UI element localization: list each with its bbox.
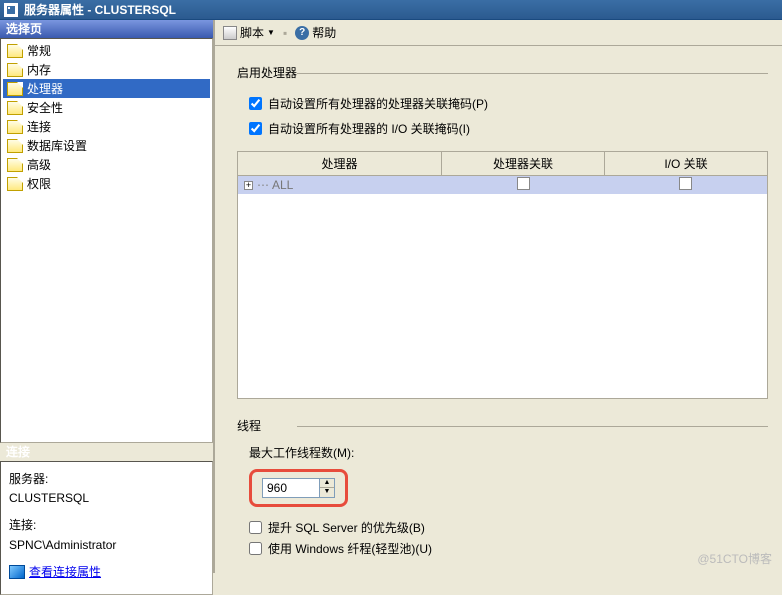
col-processor-affinity[interactable]: 处理器关联 xyxy=(442,152,605,175)
select-page-header: 选择页 xyxy=(0,20,213,38)
grid-row-all[interactable]: + ⋯ ALL xyxy=(238,176,767,194)
col-processor[interactable]: 处理器 xyxy=(238,152,442,175)
page-icon xyxy=(7,101,23,115)
script-button[interactable]: 脚本 ▼ xyxy=(223,24,275,41)
page-icon xyxy=(7,44,23,58)
tree-item-permissions[interactable]: 权限 xyxy=(3,174,210,193)
spinner-down-icon[interactable]: ▼ xyxy=(320,488,334,497)
checkbox-input[interactable] xyxy=(249,542,262,555)
boost-priority-checkbox[interactable]: 提升 SQL Server 的优先级(B) xyxy=(249,519,768,536)
window-title: 服务器属性 - CLUSTERSQL xyxy=(24,1,176,18)
toolbar: 脚本 ▼ ▪ ? 帮助 xyxy=(215,20,782,46)
page-icon xyxy=(7,82,23,96)
help-icon: ? xyxy=(295,26,309,40)
affinity-checkbox[interactable] xyxy=(517,177,530,190)
watermark: @51CTO博客 xyxy=(697,550,772,567)
tree-item-processors[interactable]: 处理器 xyxy=(3,79,210,98)
col-io-affinity[interactable]: I/O 关联 xyxy=(605,152,767,175)
connection-info: 服务器: CLUSTERSQL 连接: SPNC\Administrator 查… xyxy=(0,461,213,595)
tree-item-security[interactable]: 安全性 xyxy=(3,98,210,117)
tree-item-advanced[interactable]: 高级 xyxy=(3,155,210,174)
checkbox-input[interactable] xyxy=(249,97,262,110)
checkbox-input[interactable] xyxy=(249,122,262,135)
io-checkbox[interactable] xyxy=(679,177,692,190)
server-label: 服务器: xyxy=(9,470,204,489)
dots-icon: ⋯ xyxy=(257,178,268,192)
page-icon xyxy=(7,63,23,77)
checkbox-input[interactable] xyxy=(249,521,262,534)
auto-io-affinity-checkbox[interactable]: 自动设置所有处理器的 I/O 关联掩码(I) xyxy=(249,120,768,137)
max-threads-input[interactable] xyxy=(263,479,319,497)
use-fibers-checkbox[interactable]: 使用 Windows 纤程(轻型池)(U) xyxy=(249,540,768,557)
title-bar: 服务器属性 - CLUSTERSQL xyxy=(0,0,782,20)
processors-group-label: 启用处理器 xyxy=(237,64,768,81)
grid-header: 处理器 处理器关联 I/O 关联 xyxy=(238,152,767,176)
max-threads-label: 最大工作线程数(M): xyxy=(249,444,768,461)
link-icon xyxy=(9,565,25,579)
conn-label: 连接: xyxy=(9,516,204,535)
page-icon xyxy=(7,158,23,172)
page-icon xyxy=(7,120,23,134)
server-value: CLUSTERSQL xyxy=(9,489,204,508)
max-threads-spinner[interactable]: ▲ ▼ xyxy=(262,478,335,498)
chevron-down-icon: ▼ xyxy=(267,28,275,37)
tree-item-database-settings[interactable]: 数据库设置 xyxy=(3,136,210,155)
connection-header: 连接 xyxy=(0,443,213,461)
tree-item-general[interactable]: 常规 xyxy=(3,41,210,60)
right-panel: 脚本 ▼ ▪ ? 帮助 启用处理器 自动设置所有处理器的处理器关联掩码(P) 自… xyxy=(215,20,782,573)
help-button[interactable]: ? 帮助 xyxy=(295,24,336,41)
processor-grid: 处理器 处理器关联 I/O 关联 + ⋯ ALL xyxy=(237,151,768,399)
left-panel: 选择页 常规 内存 处理器 安全性 连接 数据库设置 高级 权限 连接 服务器:… xyxy=(0,20,215,573)
page-icon xyxy=(7,177,23,191)
auto-processor-affinity-checkbox[interactable]: 自动设置所有处理器的处理器关联掩码(P) xyxy=(249,95,768,112)
page-icon xyxy=(7,139,23,153)
expand-icon[interactable]: + xyxy=(244,181,253,190)
highlight-annotation: ▲ ▼ xyxy=(249,469,348,507)
spinner-up-icon[interactable]: ▲ xyxy=(320,479,334,488)
page-tree[interactable]: 常规 内存 处理器 安全性 连接 数据库设置 高级 权限 xyxy=(0,38,213,443)
threads-group-label: 线程 xyxy=(237,417,768,434)
tree-item-memory[interactable]: 内存 xyxy=(3,60,210,79)
script-icon xyxy=(223,26,237,40)
tree-item-connections[interactable]: 连接 xyxy=(3,117,210,136)
window-icon xyxy=(4,3,18,17)
conn-value: SPNC\Administrator xyxy=(9,536,204,555)
view-connection-properties-link[interactable]: 查看连接属性 xyxy=(9,563,101,582)
